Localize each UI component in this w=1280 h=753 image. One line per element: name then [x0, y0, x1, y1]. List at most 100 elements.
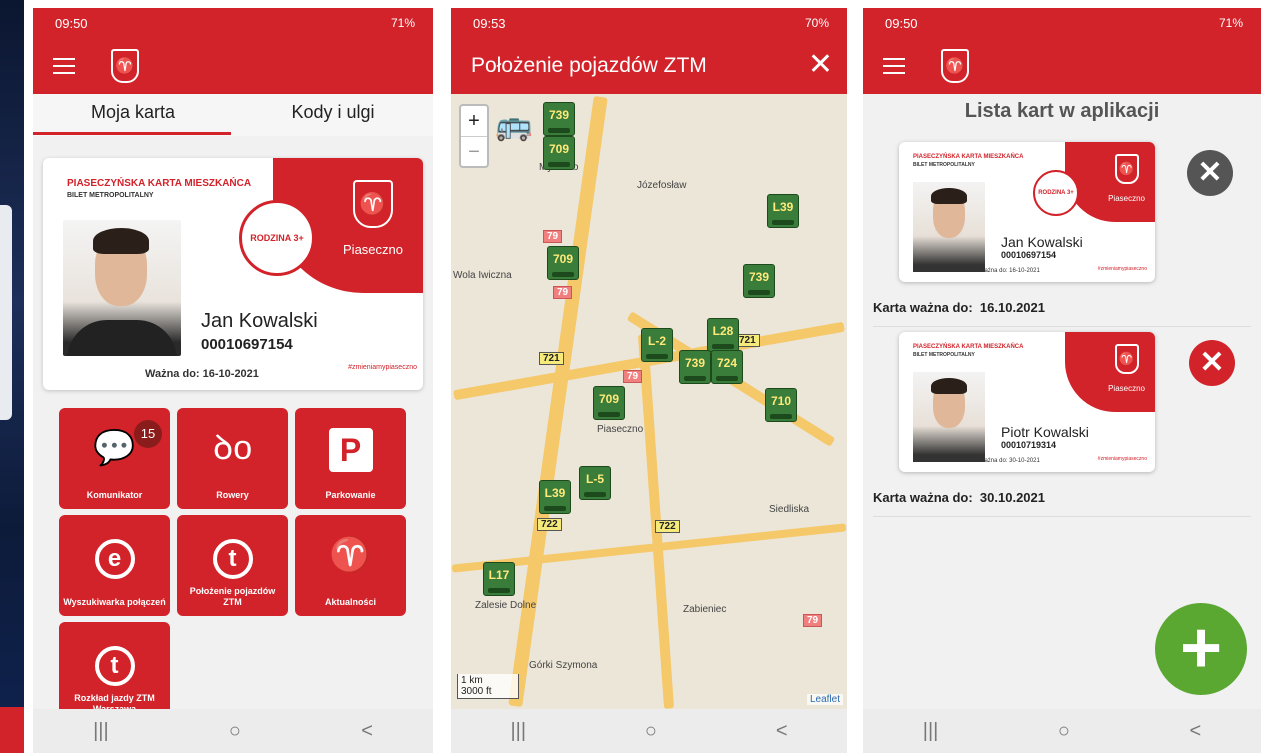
tile-messenger[interactable]: 💬 15 Komunikator [59, 408, 170, 509]
card-city: Piaseczno [1108, 384, 1145, 393]
phone-card-list: 09:50 71% ♈ Lista kart w aplikacji PIASE… [863, 8, 1261, 753]
scale-km: 1 km [461, 675, 483, 686]
status-time: 09:53 [473, 15, 506, 31]
back-button[interactable]: < [361, 720, 373, 743]
recent-apps-button[interactable]: ||| [93, 720, 109, 743]
app-bar: ♈ [33, 38, 433, 94]
recent-apps-button[interactable]: ||| [510, 720, 526, 743]
home-button[interactable]: ○ [229, 720, 241, 743]
card-thumbnail[interactable]: PIASECZYŃSKA KARTA MIESZKAŃCA BILET METR… [899, 332, 1155, 472]
tile-label: Położenie pojazdów ZTM [189, 586, 276, 607]
card-number: 00010697154 [201, 336, 293, 353]
scale-ft: 3000 ft [461, 686, 492, 697]
app-bar: ♈ [863, 38, 1261, 94]
map-place: Zabieniec [683, 604, 727, 615]
divider [873, 516, 1251, 517]
card-validity: Karta ważna do: 16.10.2021 [873, 300, 1045, 315]
vehicle-marker[interactable]: 709 [593, 386, 625, 420]
card-thumbnail[interactable]: PIASECZYŃSKA KARTA MIESZKAŃCA BILET METR… [899, 142, 1155, 282]
vehicle-marker[interactable]: L39 [539, 480, 571, 514]
remove-card-button[interactable]: ✕ [1187, 150, 1233, 196]
home-button[interactable]: ○ [1058, 720, 1070, 743]
map-place: Siedliska [769, 504, 810, 515]
recent-apps-button[interactable]: ||| [923, 720, 939, 743]
tile-connection-search[interactable]: e Wyszukiwarka połączeń [59, 515, 170, 616]
hamburger-menu-icon[interactable] [53, 58, 75, 74]
tab-codes-discounts[interactable]: Kody i ulgi [233, 94, 433, 136]
status-battery: 71% [390, 16, 415, 30]
road-number-tag: 79 [623, 370, 643, 383]
right-margin [1264, 0, 1280, 753]
card-hashtag: #zmieniamypiaseczno [1097, 266, 1147, 272]
divider [873, 326, 1251, 327]
card-valid-until: Ważna do: 16-10-2021 [979, 268, 1040, 274]
hamburger-menu-icon[interactable] [883, 58, 905, 74]
tile-label: Wyszukiwarka połączeń [63, 597, 166, 607]
family-badge: RODZINA 3+ [1033, 170, 1079, 216]
back-button[interactable]: < [1190, 720, 1202, 743]
background-glass [0, 205, 12, 420]
city-crest-icon: ♈ [111, 49, 139, 83]
home-button[interactable]: ○ [645, 720, 657, 743]
close-icon[interactable]: ✕ [808, 50, 833, 80]
map-place: Józefosław [637, 180, 687, 191]
page-title: Położenie pojazdów ZTM [471, 54, 707, 77]
card-photo [63, 220, 181, 356]
bus-icon[interactable]: 🚌 [495, 108, 532, 143]
vehicle-marker[interactable]: L-5 [579, 466, 611, 500]
screenshot-collage: 09:50 71% ♈ Moja karta Kody i ulgi PIASE… [0, 0, 1280, 753]
vehicle-marker[interactable]: 739 [543, 102, 575, 136]
vehicle-marker[interactable]: L17 [483, 562, 515, 596]
phone-my-card: 09:50 71% ♈ Moja karta Kody i ulgi PIASE… [33, 8, 433, 753]
road-number-tag: 79 [803, 614, 823, 627]
remove-card-button[interactable]: ✕ [1189, 340, 1235, 386]
add-card-button[interactable]: + [1155, 603, 1247, 695]
vehicle-marker[interactable]: L-2 [641, 328, 673, 362]
map-view[interactable]: Mysiadło Józefosław Wola Iwiczna Piasecz… [451, 94, 847, 709]
validity-label: Karta ważna do: [873, 490, 973, 505]
road-number-tag: 79 [543, 230, 563, 243]
map-place: Wola Iwiczna [453, 270, 512, 281]
vehicle-marker[interactable]: 709 [547, 246, 579, 280]
card-holder-name: Piotr Kowalski [1001, 424, 1089, 440]
tile-parking[interactable]: P Parkowanie [295, 408, 406, 509]
resident-card: PIASECZYŃSKA KARTA MIESZKAŃCA BILET METR… [43, 158, 423, 390]
road-number-tag: 722 [655, 520, 680, 533]
unread-count-badge: 15 [134, 420, 162, 448]
transit-t-icon: t [59, 642, 170, 686]
tile-news[interactable]: ♈ Aktualności [295, 515, 406, 616]
zoom-in-button[interactable]: + [461, 106, 487, 136]
parking-icon: P [295, 428, 406, 472]
card-subheader: BILET METROPOLITALNY [913, 162, 975, 168]
tile-bikes[interactable]: ꝺo Rowery [177, 408, 288, 509]
tile-label: Aktualności [324, 597, 376, 607]
vehicle-marker[interactable]: L28 [707, 318, 739, 352]
map-scale: 1 km 3000 ft [457, 674, 519, 699]
vehicle-marker[interactable]: 710 [765, 388, 797, 422]
card-ribbon [1065, 142, 1155, 222]
card-city: Piaseczno [343, 242, 403, 257]
e-circle-icon: e [59, 535, 170, 579]
road-number-tag: 722 [537, 518, 562, 531]
card-photo [913, 182, 985, 272]
back-button[interactable]: < [776, 720, 788, 743]
vehicle-marker[interactable]: 709 [543, 136, 575, 170]
map-place: Zalesie Dolne [475, 600, 537, 611]
city-crest-icon: ♈ [353, 180, 393, 228]
status-battery: 70% [804, 16, 829, 30]
city-crest-icon: ♈ [1115, 344, 1139, 374]
vehicle-marker[interactable]: 739 [679, 350, 711, 384]
map-attribution[interactable]: Leaflet [806, 694, 843, 705]
zoom-out-button[interactable]: − [461, 136, 487, 166]
app-bar: Położenie pojazdów ZTM ✕ [451, 38, 847, 94]
road-number-tag: 79 [553, 286, 573, 299]
tab-my-card[interactable]: Moja karta [33, 94, 233, 136]
road-number-tag: 721 [539, 352, 564, 365]
tile-vehicle-positions[interactable]: t Położenie pojazdów ZTM [177, 515, 288, 616]
android-nav-bar: ||| ○ < [451, 709, 847, 753]
vehicle-marker[interactable]: 739 [743, 264, 775, 298]
family-badge: RODZINA 3+ [239, 200, 315, 276]
tile-timetable[interactable]: t Rozkład jazdy ZTM Warszawa [59, 622, 170, 723]
vehicle-marker[interactable]: L39 [767, 194, 799, 228]
vehicle-marker[interactable]: 724 [711, 350, 743, 384]
